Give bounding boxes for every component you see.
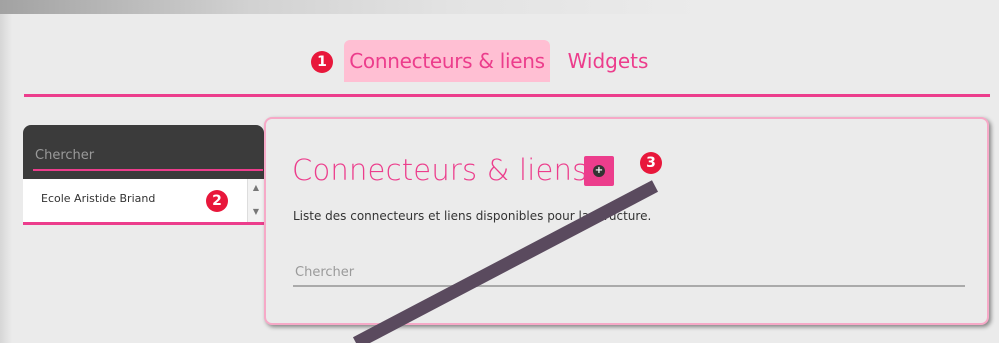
list-scrollbar[interactable]: ▲ ▼ xyxy=(247,179,264,222)
tab-widgets[interactable]: Widgets xyxy=(560,40,656,82)
step-badge-1: 1 xyxy=(311,51,333,73)
top-shadow xyxy=(0,0,999,14)
structure-list-panel: Ecole Aristide Briand ▲ ▼ xyxy=(23,125,264,225)
step-badge-2: 2 xyxy=(206,190,228,212)
plus-circle-icon: + xyxy=(593,165,605,177)
structure-search-input[interactable] xyxy=(33,141,263,171)
structure-list-item[interactable]: Ecole Aristide Briand xyxy=(41,192,155,205)
structure-search-bar xyxy=(23,125,264,179)
step-badge-3: 3 xyxy=(640,152,662,174)
tab-underline xyxy=(24,94,990,97)
connector-search-input[interactable] xyxy=(293,259,965,287)
connectors-card: Connecteurs & liens + Liste des connecte… xyxy=(264,117,989,325)
card-title: Connecteurs & liens xyxy=(292,153,588,187)
left-shadow xyxy=(0,14,12,343)
card-description: Liste des connecteurs et liens disponibl… xyxy=(293,209,652,223)
add-connector-button[interactable]: + xyxy=(584,156,614,186)
tab-connecteurs-liens[interactable]: Connecteurs & liens xyxy=(344,40,550,82)
caret-down-icon[interactable]: ▼ xyxy=(252,207,260,216)
caret-up-icon[interactable]: ▲ xyxy=(252,183,260,192)
